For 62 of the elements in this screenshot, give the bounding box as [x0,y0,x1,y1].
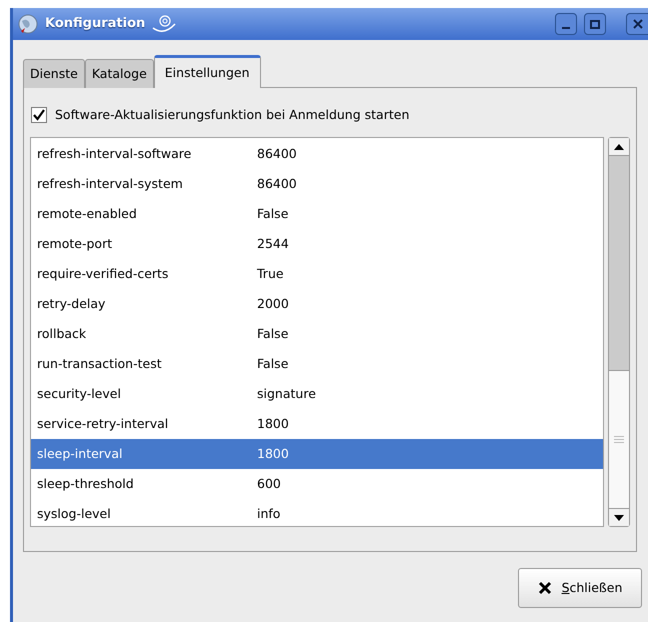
setting-name: remote-enabled [36,204,138,223]
scroll-down-button[interactable] [609,508,629,526]
list-row[interactable]: refresh-interval-system 86400 [31,169,604,199]
setting-value: info [257,504,280,523]
setting-name: syslog-level [36,504,112,523]
setting-name: service-retry-interval [36,414,170,433]
list-row[interactable]: rollback False [31,319,604,349]
tab[interactable]: Dienste [23,59,85,88]
maximize-button[interactable] [584,13,606,35]
setting-name: retry-delay [36,294,106,313]
setting-value: False [257,324,288,343]
list-row[interactable]: syslog-level info [31,499,604,529]
tab[interactable]: Einstellungen [154,55,261,88]
list-row[interactable]: remote-enabled False [31,199,604,229]
close-window-button[interactable] [626,13,648,35]
scrollbar[interactable] [608,137,630,527]
close-icon [632,19,642,29]
checkmark-icon [33,109,45,121]
setting-name: run-transaction-test [36,354,163,373]
setting-value: 2000 [257,294,289,313]
close-button[interactable]: Schließen [518,568,642,608]
list-row[interactable]: sleep-interval 1800 [31,439,604,469]
setting-value: 86400 [257,144,297,163]
setting-value: 86400 [257,174,297,193]
setting-name: refresh-interval-system [36,174,184,193]
setting-value: 1800 [257,414,289,433]
tab[interactable]: Kataloge [84,59,154,88]
checkbox[interactable] [31,107,47,123]
setting-name: security-level [36,384,122,403]
up-arrow-icon [614,144,624,150]
setting-value: signature [257,384,316,403]
x-icon [538,581,552,595]
minimize-icon [562,27,570,29]
list-row[interactable]: remote-port 2544 [31,229,604,259]
setting-name: remote-port [36,234,114,253]
list-row[interactable]: require-verified-certs True [31,259,604,289]
checkbox-label: Software-Aktualisierungsfunktion bei Anmeldung starten [55,106,410,124]
list-row[interactable]: service-retry-interval 1800 [31,409,604,439]
window-title: Konfiguration [45,15,146,34]
scroll-thumb[interactable] [609,370,629,508]
globe-icon [17,13,39,35]
setting-name: sleep-threshold [36,474,135,493]
list-row[interactable]: security-level signature [31,379,604,409]
setting-name: require-verified-certs [36,264,170,283]
maximize-icon [590,20,600,28]
setting-value: True [257,264,284,283]
down-arrow-icon [614,514,624,520]
setting-value: 600 [257,474,281,493]
scroll-up-button[interactable] [609,138,629,156]
setting-name: rollback [36,324,88,343]
setting-value: 1800 [257,444,289,463]
setting-value: False [257,204,288,223]
setting-value: 2544 [257,234,289,253]
setting-name: refresh-interval-software [36,144,192,163]
minimize-button[interactable] [555,13,577,35]
setting-name: sleep-interval [36,444,124,463]
setting-value: False [257,354,288,373]
grip-icon [614,436,624,443]
list-row[interactable]: retry-delay 2000 [31,289,604,319]
list-row[interactable]: sleep-threshold 600 [31,469,604,499]
list-row[interactable]: run-transaction-test False [31,349,604,379]
list-row[interactable]: refresh-interval-software 86400 [31,139,604,169]
